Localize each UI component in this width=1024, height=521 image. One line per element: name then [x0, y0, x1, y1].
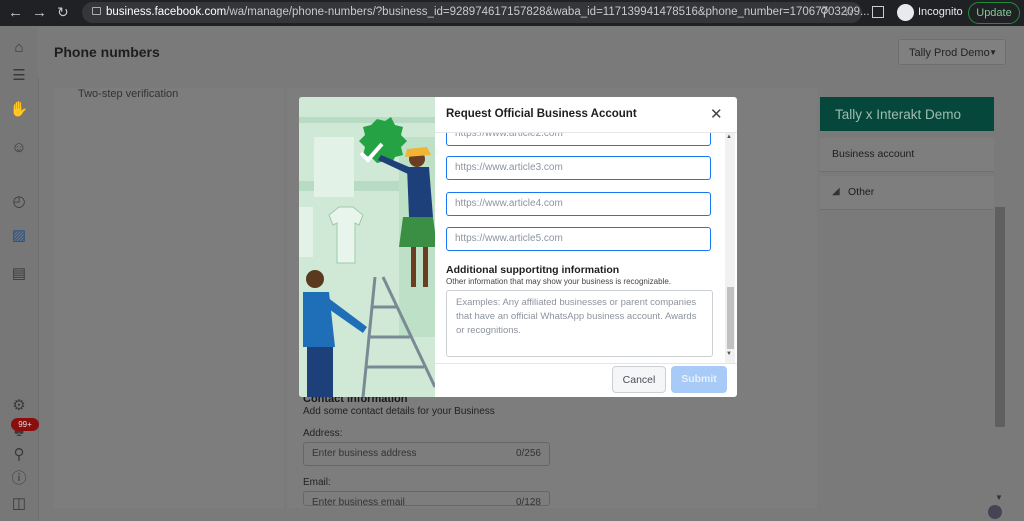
search-icon[interactable]: ⚲	[9, 445, 29, 465]
account-header: Tally x Interakt Demo	[820, 97, 994, 131]
top-bar	[38, 26, 1024, 78]
home-icon[interactable]: ⌂	[9, 38, 29, 58]
other-item[interactable]: Other	[820, 176, 994, 210]
browser-toolbar: ← → ↻ business.facebook.com/wa/manage/ph…	[0, 0, 1024, 26]
additional-info-textarea[interactable]: Examples: Any affiliated businesses or p…	[446, 290, 713, 357]
page-scrollbar[interactable]	[995, 207, 1005, 427]
lock-icon	[92, 7, 101, 15]
footer-divider	[435, 363, 737, 364]
business-account-item[interactable]: Business account	[820, 138, 994, 172]
two-step-heading: Two-step verification	[78, 88, 179, 100]
address-placeholder: Enter business address	[312, 448, 417, 459]
settings-panel	[54, 88, 284, 508]
submit-button[interactable]: Submit	[671, 366, 727, 393]
address-label: Address:	[303, 428, 343, 439]
close-icon[interactable]: ✕	[710, 105, 723, 123]
incognito-label[interactable]: Incognito	[918, 6, 963, 18]
globe-icon[interactable]	[988, 505, 1002, 519]
help-icon[interactable]: ⓘ	[9, 469, 29, 489]
url-text[interactable]: business.facebook.com/wa/manage/phone-nu…	[106, 6, 870, 18]
additional-info-description: Other information that may show your bus…	[446, 277, 671, 286]
article-url-input[interactable]: https://www.article5.com	[446, 227, 711, 251]
dialog-form: https://www.article2.com https://www.art…	[435, 133, 737, 363]
star-icon[interactable]: ☆	[843, 4, 855, 20]
tag-icon: ◢	[832, 186, 840, 197]
menu-icon[interactable]: ☰	[9, 66, 29, 86]
briefcase-icon[interactable]: ▨	[9, 226, 29, 246]
article-url-input[interactable]: https://www.article4.com	[446, 192, 711, 216]
scroll-up-arrow-icon[interactable]: ▲	[726, 134, 732, 140]
gauge-icon[interactable]: ◴	[9, 192, 29, 212]
contact-subheading: Add some contact details for your Busine…	[303, 406, 495, 417]
address-field[interactable]: Enter business address 0/256	[303, 442, 550, 466]
account-selector-label: Tally Prod Demo	[909, 47, 990, 59]
illustration	[299, 97, 435, 397]
email-placeholder: Enter business email	[312, 497, 405, 506]
address-counter: 0/256	[515, 448, 541, 459]
scroll-down-arrow-icon[interactable]: ▼	[726, 351, 732, 357]
dialog-title: Request Official Business Account	[446, 108, 637, 120]
account-selector[interactable]: Tally Prod Demo ▼	[898, 39, 1006, 65]
back-arrow-icon[interactable]: ←	[8, 4, 23, 21]
email-label: Email:	[303, 477, 331, 488]
scroll-down-arrow-icon[interactable]: ▼	[995, 493, 1003, 502]
chevron-down-icon: ▼	[989, 48, 997, 57]
bank-icon[interactable]: ▤	[9, 264, 29, 284]
gear-icon[interactable]: ⚙	[9, 396, 29, 416]
request-oba-dialog: Request Official Business Account ✕ http…	[299, 97, 737, 397]
panel-toggle-icon[interactable]: ◫	[9, 494, 29, 514]
brand-hand-icon[interactable]: ✋	[9, 100, 29, 120]
article-url-input[interactable]: https://www.article2.com	[446, 133, 711, 146]
article-url-input[interactable]: https://www.article3.com	[446, 156, 711, 180]
reload-icon[interactable]: ↻	[57, 4, 69, 21]
email-field[interactable]: Enter business email 0/128	[303, 491, 550, 506]
dialog-scroll-thumb[interactable]	[727, 287, 734, 349]
forward-arrow-icon[interactable]: →	[32, 4, 47, 21]
notification-badge: 99+	[11, 418, 39, 431]
sidepanel-icon[interactable]	[872, 6, 884, 18]
update-button[interactable]: Update	[968, 2, 1020, 24]
other-label: Other	[848, 186, 875, 198]
additional-info-heading: Additional supportitng information	[446, 264, 620, 276]
email-counter: 0/128	[515, 497, 541, 506]
people-icon[interactable]: ☺	[9, 138, 29, 158]
zoom-icon[interactable]: ⚲	[820, 5, 829, 19]
incognito-icon[interactable]	[897, 4, 914, 21]
illustration-graphic	[299, 97, 435, 397]
page-title: Phone numbers	[54, 44, 160, 60]
cancel-button[interactable]: Cancel	[612, 366, 666, 393]
